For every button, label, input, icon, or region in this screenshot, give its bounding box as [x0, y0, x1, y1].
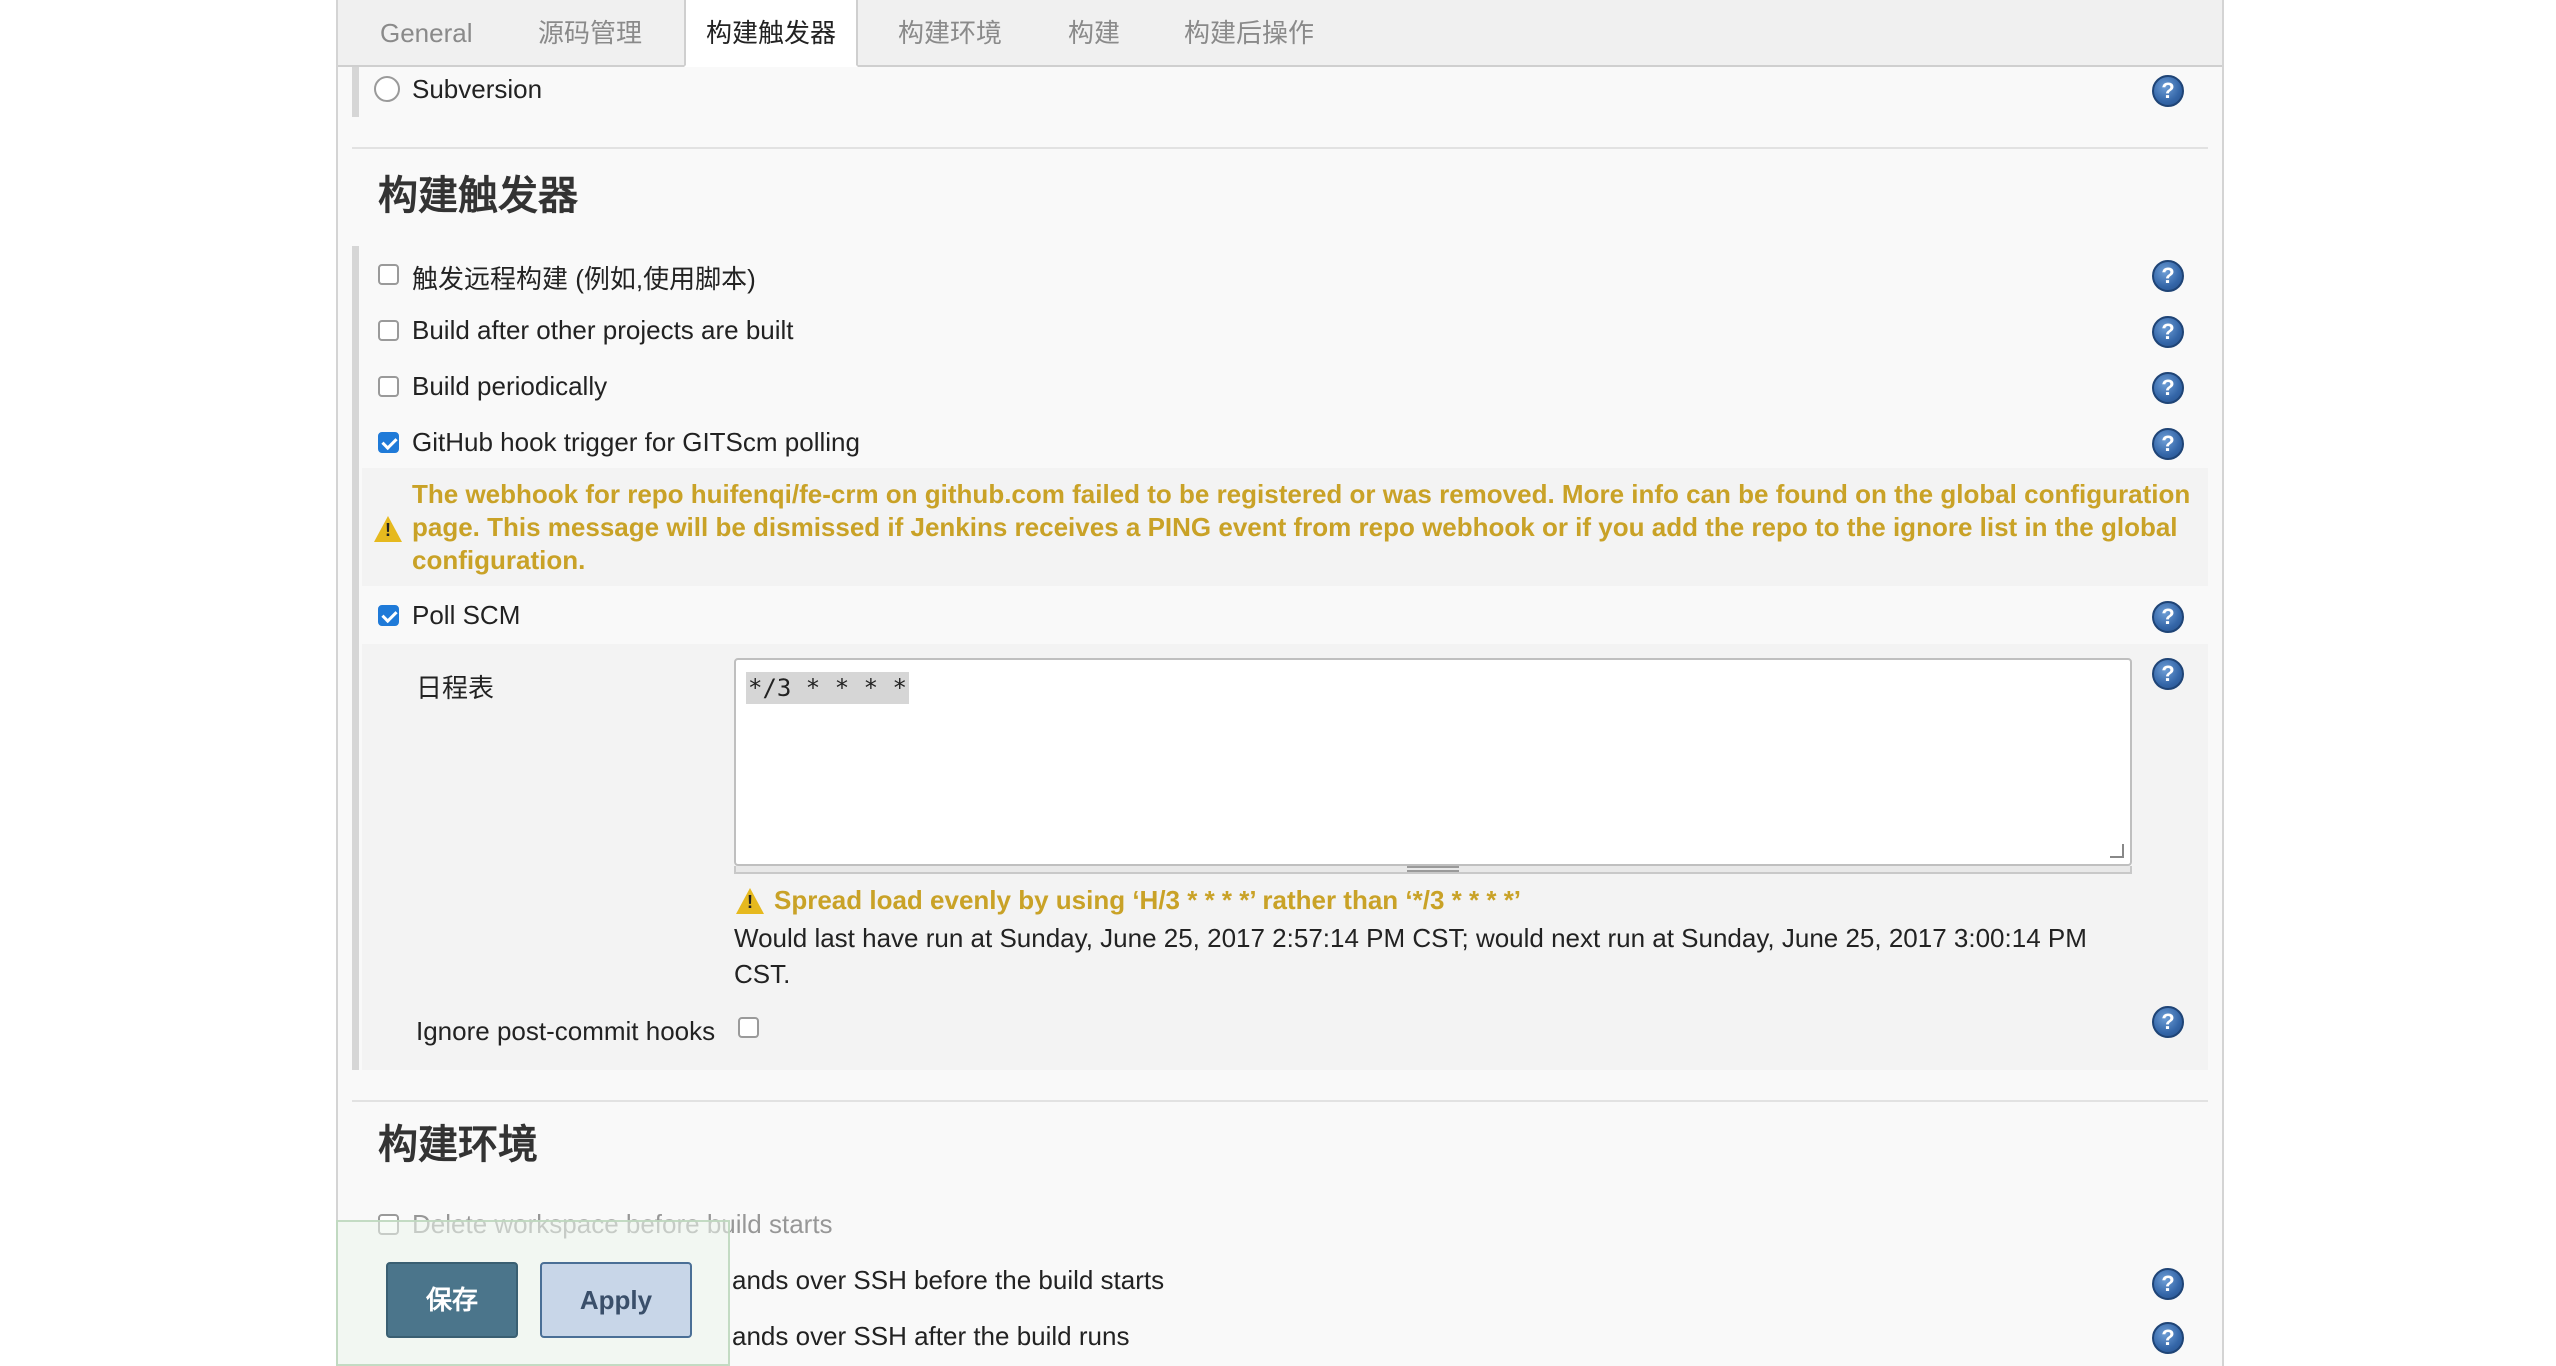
tab-build-triggers[interactable]: 构建触发器 [684, 0, 859, 67]
trigger-remote-label: 触发远程构建 (例如,使用脚本) [412, 264, 756, 294]
subversion-radio[interactable] [374, 76, 400, 102]
help-icon[interactable]: ? [2152, 1322, 2184, 1354]
tab-build[interactable]: 构建 [1068, 0, 1120, 67]
help-icon[interactable]: ? [2152, 428, 2184, 460]
spread-load-warning: Spread load evenly by using ‘H/3 * * * *… [774, 885, 1522, 915]
resize-grip-icon[interactable] [2110, 844, 2124, 858]
section-divider [352, 147, 2208, 149]
help-icon[interactable]: ? [2152, 316, 2184, 348]
help-icon[interactable]: ? [2152, 75, 2184, 107]
trigger-github-hook-label: GitHub hook trigger for GITScm polling [412, 427, 860, 457]
section-divider [352, 1100, 2208, 1102]
poll-scm-checkbox[interactable] [378, 605, 399, 626]
trigger-after-other-label: Build after other projects are built [412, 315, 794, 345]
schedule-value: */3 * * * * [746, 672, 909, 704]
subversion-label: Subversion [412, 74, 543, 104]
trigger-remote-checkbox[interactable] [378, 264, 399, 285]
help-icon[interactable]: ? [2152, 260, 2184, 292]
page: General 源码管理 构建触发器 构建环境 构建 构建后操作 Subvers… [0, 0, 2556, 1366]
ssh-before-label: ands over SSH before the build starts [732, 1265, 1165, 1295]
apply-button[interactable]: Apply [540, 1262, 692, 1338]
help-icon[interactable]: ? [2152, 1006, 2184, 1038]
help-icon[interactable]: ? [2152, 372, 2184, 404]
tab-general[interactable]: General [380, 0, 473, 67]
poll-scm-label: Poll SCM [412, 600, 521, 630]
trigger-github-hook-checkbox[interactable] [378, 432, 399, 453]
build-triggers-title: 构建触发器 [378, 174, 578, 218]
build-environment-title: 构建环境 [378, 1123, 538, 1167]
tab-build-environment[interactable]: 构建环境 [898, 0, 1002, 67]
tab-source-control[interactable]: 源码管理 [538, 0, 642, 67]
webhook-warning-text: The webhook for repo huifenqi/fe-crm on … [412, 479, 2191, 575]
trigger-periodic-label: Build periodically [412, 371, 608, 401]
ignore-hooks-label: Ignore post-commit hooks [416, 1016, 716, 1046]
ignore-hooks-checkbox[interactable] [738, 1017, 759, 1038]
section-gutter [352, 67, 359, 117]
section-gutter [352, 246, 359, 1070]
textarea-resize-handle[interactable] [734, 866, 2132, 874]
schedule-run-info: Would last have run at Sunday, June 25, … [734, 923, 2087, 989]
warning-icon [736, 888, 764, 914]
ssh-after-label: ands over SSH after the build runs [732, 1321, 1130, 1351]
help-icon[interactable]: ? [2152, 658, 2184, 690]
schedule-label: 日程表 [416, 673, 495, 703]
bottom-button-bar: 保存 Apply [336, 1220, 730, 1366]
tab-bar: General 源码管理 构建触发器 构建环境 构建 构建后操作 [338, 0, 2222, 67]
warning-icon [374, 516, 402, 542]
save-button[interactable]: 保存 [386, 1262, 518, 1338]
help-icon[interactable]: ? [2152, 1268, 2184, 1300]
schedule-textarea[interactable]: */3 * * * * [734, 658, 2132, 866]
tab-post-build-actions[interactable]: 构建后操作 [1184, 0, 1314, 67]
help-icon[interactable]: ? [2152, 601, 2184, 633]
config-panel: General 源码管理 构建触发器 构建环境 构建 构建后操作 Subvers… [336, 0, 2224, 1366]
trigger-periodic-checkbox[interactable] [378, 376, 399, 397]
grip-icon [1407, 866, 1459, 872]
trigger-after-other-checkbox[interactable] [378, 320, 399, 341]
